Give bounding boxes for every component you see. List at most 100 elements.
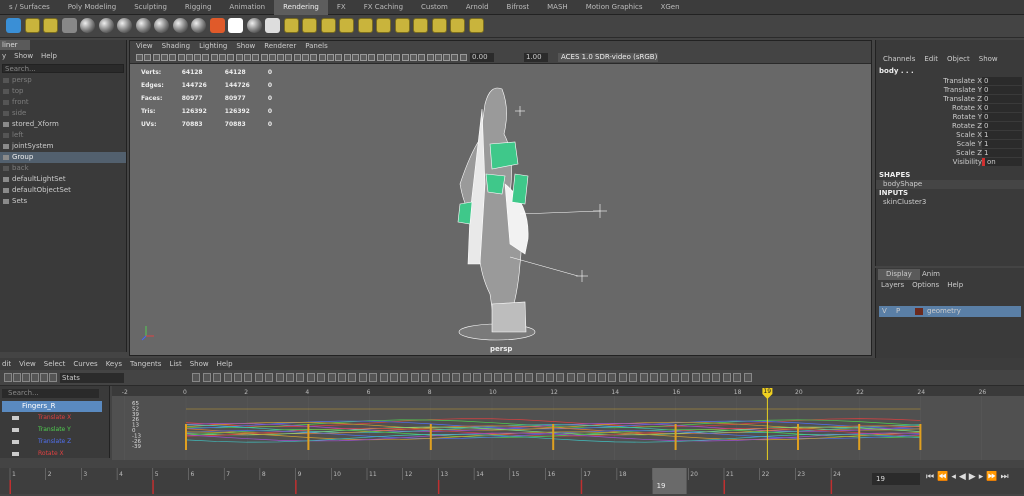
shelf-tool-icon[interactable]	[450, 18, 465, 33]
viewport-tool-icon[interactable]	[160, 54, 168, 61]
shelf-tab-11[interactable]: MASH	[538, 0, 577, 15]
keyframe-marker[interactable]	[552, 424, 555, 450]
attribute-row[interactable]: Rotate Y0	[876, 113, 1024, 122]
viewport-tool-icon[interactable]	[393, 54, 401, 61]
keyframe-marker[interactable]	[429, 424, 432, 450]
outliner-item[interactable]: front	[0, 97, 126, 108]
graph-tool-icon[interactable]	[49, 373, 57, 382]
attribute-value[interactable]: 0	[982, 122, 1022, 130]
go-end-icon[interactable]: ⏭	[1000, 472, 1008, 482]
graph-search-input[interactable]: Search...	[2, 389, 99, 398]
gamma-field[interactable]: 1.00	[524, 53, 548, 62]
graph-view[interactable]: -2024681012141618192022242665523926130-1…	[112, 386, 1024, 460]
keyframe-marker[interactable]	[797, 424, 799, 450]
graph-tool-icon[interactable]	[400, 373, 409, 382]
viewport-tool-icon[interactable]	[260, 54, 268, 61]
outliner-item[interactable]: defaultLightSet	[0, 174, 126, 185]
viewport-tool-icon[interactable]	[152, 54, 160, 61]
graph-tool-icon[interactable]	[566, 373, 575, 382]
graph-tool-icon[interactable]	[483, 373, 492, 382]
graph-tool-icon[interactable]	[317, 373, 326, 382]
shelf-tool-icon[interactable]	[431, 18, 447, 33]
outliner-menu-item[interactable]: Show	[14, 50, 33, 62]
channel-menu-item[interactable]: Edit	[924, 52, 938, 66]
visibility-toggle[interactable]: V	[882, 306, 887, 317]
curve-item[interactable]: Translate X	[0, 412, 109, 424]
shelf-tool-icon[interactable]	[117, 18, 132, 33]
graph-tool-icon[interactable]	[577, 373, 586, 382]
viewport-tool-icon[interactable]	[385, 54, 392, 61]
viewport-menu-item[interactable]: Renderer	[264, 41, 296, 52]
menu-options[interactable]: Options	[912, 281, 939, 289]
attribute-value[interactable]: on	[982, 158, 1022, 166]
attribute-value[interactable]: 0	[982, 77, 1022, 85]
graph-tool-icon[interactable]	[670, 373, 679, 382]
graph-tool-icon[interactable]	[213, 373, 222, 382]
curve-item[interactable]: Translate Y	[0, 424, 109, 436]
viewport-tool-icon[interactable]	[219, 54, 226, 61]
channel-menu-item[interactable]: Show	[979, 52, 998, 66]
time-slider-ruler[interactable]: 1234567891011121314151617181920212223241…	[0, 468, 870, 494]
shelf-tool-icon[interactable]	[135, 18, 151, 33]
graph-tool-icon[interactable]	[629, 373, 638, 382]
playback-toggle[interactable]: P	[896, 306, 900, 317]
shelf-tab-0[interactable]: s / Surfaces	[0, 0, 59, 15]
viewport-tool-icon[interactable]	[302, 54, 309, 61]
keyframe-marker[interactable]	[185, 424, 187, 450]
step-forward-key-icon[interactable]: ⏩	[986, 472, 997, 482]
viewport-tool-icon[interactable]	[252, 54, 260, 61]
graph-tool-icon[interactable]	[660, 373, 669, 382]
step-back-key-icon[interactable]: ⏪	[937, 472, 948, 482]
graph-tool-icon[interactable]	[691, 373, 700, 382]
layer-color-swatch[interactable]	[915, 308, 923, 315]
graph-tool-icon[interactable]	[608, 373, 617, 382]
graph-tool-icon[interactable]	[275, 373, 284, 382]
keyframe-marker[interactable]	[674, 424, 677, 450]
graph-tool-icon[interactable]	[348, 373, 357, 382]
shelf-tool-icon[interactable]	[80, 18, 95, 33]
shelf-tool-icon[interactable]	[6, 18, 21, 33]
graph-tool-icon[interactable]	[13, 373, 21, 382]
graph-tool-icon[interactable]	[192, 373, 201, 382]
viewport-tool-icon[interactable]	[401, 54, 409, 61]
graph-menu-item[interactable]: Keys	[106, 358, 122, 370]
shelf-tool-icon[interactable]	[209, 18, 225, 33]
outliner-item[interactable]: Group	[0, 152, 126, 163]
outliner-item[interactable]: stored_Xform	[0, 119, 126, 130]
viewport-menu-item[interactable]: Shading	[162, 41, 190, 52]
graph-tool-icon[interactable]	[31, 373, 39, 382]
attribute-value[interactable]: 0	[982, 104, 1022, 112]
graph-tool-icon[interactable]	[202, 373, 211, 382]
graph-tool-icon[interactable]	[4, 373, 12, 382]
viewport-menu-item[interactable]: View	[136, 41, 153, 52]
graph-tool-icon[interactable]	[535, 373, 544, 382]
graph-menu-item[interactable]: Show	[190, 358, 209, 370]
graph-tool-icon[interactable]	[234, 373, 242, 382]
viewport-tool-icon[interactable]	[310, 54, 318, 61]
menu-help[interactable]: Help	[947, 281, 963, 289]
outliner-item[interactable]: side	[0, 108, 126, 119]
exposure-field[interactable]: 0.00	[470, 53, 494, 62]
graph-tool-icon[interactable]	[462, 373, 471, 382]
outliner-menu-item[interactable]: y	[2, 50, 6, 62]
graph-tool-icon[interactable]	[650, 373, 658, 382]
graph-tool-icon[interactable]	[618, 373, 627, 382]
graph-menu-item[interactable]: Curves	[73, 358, 97, 370]
viewport-tool-icon[interactable]	[227, 54, 235, 61]
time-slider[interactable]: 1234567891011121314151617181920212223241…	[0, 468, 870, 494]
shelf-tool-icon[interactable]	[394, 18, 410, 33]
graph-tool-icon[interactable]	[712, 373, 721, 382]
viewport-tool-icon[interactable]	[360, 54, 368, 61]
viewport-tool-icon[interactable]	[335, 54, 343, 61]
outliner-search-input[interactable]: Search...	[2, 64, 124, 73]
step-forward-icon[interactable]: ▸	[979, 472, 984, 482]
viewport-tool-icon[interactable]	[243, 54, 251, 61]
graph-tool-icon[interactable]	[681, 373, 690, 382]
shelf-tool-icon[interactable]	[376, 18, 391, 33]
menu-layers[interactable]: Layers	[881, 281, 904, 289]
tab-anim[interactable]: Anim	[914, 269, 948, 280]
attribute-row[interactable]: Translate X0	[876, 77, 1024, 86]
graph-tool-icon[interactable]	[369, 373, 378, 382]
viewport-tool-icon[interactable]	[376, 54, 384, 61]
viewport-tool-icon[interactable]	[285, 54, 293, 61]
